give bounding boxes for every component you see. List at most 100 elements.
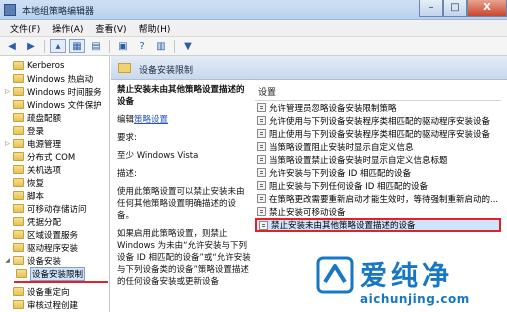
list-item-selected[interactable]: 禁止安装未由其他策略设置描述的设备 (255, 218, 501, 232)
tree-item[interactable]: 登录 (4, 124, 44, 137)
list-item-label: 当策略设置禁止设备安装时显示自定义信息标题 (269, 155, 448, 166)
filter-icon[interactable]: ▼ (180, 39, 196, 53)
tree-item[interactable]: 审核过程创建 (4, 298, 78, 311)
show-hide-tree-icon[interactable]: ▦ (69, 39, 85, 53)
folder-icon (16, 269, 27, 278)
policy-setting-icon (257, 103, 266, 112)
back-arrow-icon[interactable]: ◀ (4, 39, 20, 53)
tree-item-label: 疏盘配额 (27, 113, 62, 124)
minimize-button[interactable]: – (419, 0, 443, 17)
tree-item-label: 电源管理 (27, 139, 62, 150)
tree-item[interactable]: 凭据分配 (4, 215, 61, 228)
folder-icon (13, 100, 24, 109)
tree-item-label: 分布式 COM (27, 152, 76, 163)
menu-view[interactable]: 查看(V) (89, 22, 132, 35)
toolbar-separator (44, 39, 45, 53)
menu-file[interactable]: 文件(F) (4, 22, 46, 35)
list-item[interactable]: 允许使用与下列设备安装程序类相匹配的驱动程序安装设备 (255, 114, 501, 127)
folder-icon (13, 61, 24, 70)
collapse-icon[interactable]: ◢ (4, 257, 11, 264)
tree-item[interactable]: 区域设置服务 (4, 228, 78, 241)
edit-policy-link[interactable]: 策略设置 (134, 115, 168, 125)
expand-icon[interactable]: ▷ (4, 88, 11, 95)
tree-item[interactable]: 分布式 COM (4, 150, 75, 163)
tree-item-selected[interactable]: 设备安装限制 (16, 266, 86, 281)
folder-icon (13, 126, 24, 135)
folder-icon (13, 217, 24, 226)
export-icon[interactable]: ▤ (88, 39, 104, 53)
folder-icon (13, 287, 24, 296)
list-item[interactable]: 阻止安装与下列任何设备 ID 相匹配的设备 (255, 179, 501, 192)
folder-icon (13, 230, 24, 239)
column-header-setting[interactable]: 设置 (255, 86, 501, 101)
maximize-button[interactable]: □ (443, 0, 467, 17)
tree-item[interactable]: 关机选项 (4, 163, 61, 176)
policy-setting-icon (257, 142, 266, 151)
folder-icon (13, 165, 24, 174)
list-item[interactable]: 在策略更改需要重新启动才能生效时，等待强制重新启动的... (255, 192, 501, 205)
list-item-label: 允许管理员忽略设备安装限制策略 (269, 103, 397, 114)
app-icon (4, 4, 16, 16)
folder-icon (13, 300, 24, 309)
tree-item[interactable]: Windows 热启动 (4, 72, 93, 85)
help-icon[interactable]: ? (134, 39, 150, 53)
list-item-label: 禁止安装可移动设备 (269, 207, 346, 218)
watermark-logo-icon (316, 256, 354, 294)
view-icon[interactable]: ▥ (153, 39, 169, 53)
tree-item[interactable]: Windows 文件保护 (4, 98, 102, 111)
policy-setting-icon (257, 168, 266, 177)
properties-icon[interactable]: ▣ (115, 39, 131, 53)
list-item-label: 当策略设置阻止安装时显示自定义信息 (269, 142, 414, 153)
list-item[interactable]: 禁止安装可移动设备 (255, 205, 501, 218)
tree-item-label: 关机选项 (27, 165, 62, 176)
policy-title: 禁止安装未由其他策略设置描述的设备 (117, 85, 245, 107)
list-item[interactable]: 当策略设置阻止安装时显示自定义信息 (255, 140, 501, 153)
folder-icon (13, 113, 24, 122)
folder-icon (13, 243, 24, 252)
description-panel: 禁止安装未由其他策略设置描述的设备 编辑策略设置 要求: 至少 Windows … (114, 80, 254, 312)
menu-help[interactable]: 帮助(H) (133, 22, 177, 35)
list-item-label: 阻止安装与下列任何设备 ID 相匹配的设备 (269, 181, 428, 192)
tree-item[interactable]: Kerberos (4, 59, 64, 72)
tree-item-label: 登录 (27, 126, 45, 137)
tree-item[interactable]: ▷ 电源管理 (4, 137, 61, 150)
tree-item[interactable]: 驱动程序安装 (4, 241, 78, 254)
folder-icon (13, 178, 24, 187)
edit-prefix: 编辑 (117, 115, 135, 125)
forward-arrow-icon[interactable]: ▶ (23, 39, 39, 53)
tree-item[interactable]: 脚本 (4, 189, 44, 202)
list-item-label: 允许安装与下列设备 ID 相匹配的设备 (269, 168, 411, 179)
list-item-label: 在策略更改需要重新启动才能生效时，等待强制重新启动的... (269, 194, 499, 205)
toolbar-separator (174, 39, 175, 53)
tree-item[interactable]: 设备重定向 (4, 285, 70, 298)
tree-item[interactable]: 疏盘配额 (4, 111, 61, 124)
annotation-underline (14, 281, 108, 283)
policy-setting-icon (257, 207, 266, 216)
list-item[interactable]: 允许安装与下列设备 ID 相匹配的设备 (255, 166, 501, 179)
folder-icon (13, 204, 24, 213)
toolbar-separator (109, 39, 110, 53)
requirements-label: 要求: (117, 133, 137, 143)
list-item-label: 禁止安装未由其他策略设置描述的设备 (271, 221, 416, 231)
tree-item[interactable]: 可移动存储访问 (4, 202, 87, 215)
folder-open-icon (13, 256, 24, 265)
menu-action[interactable]: 操作(A) (46, 22, 89, 35)
tree-item-label: Windows 热启动 (27, 74, 94, 85)
expand-icon[interactable]: ▷ (4, 140, 11, 147)
folder-icon (13, 191, 24, 200)
tree-item-label: Kerberos (27, 60, 65, 71)
close-button[interactable]: X (467, 0, 507, 17)
tree-item-label: 设备安装限制 (30, 266, 86, 281)
policy-setting-icon (257, 194, 266, 203)
list-item-label: 允许使用与下列设备安装程序类相匹配的驱动程序安装设备 (269, 116, 491, 127)
tree-item-label: 凭据分配 (27, 217, 62, 228)
tree-item[interactable]: ◢ 设备安装 (4, 254, 61, 267)
up-folder-icon[interactable]: ▴ (50, 39, 66, 53)
list-item[interactable]: 当策略设置禁止设备安装时显示自定义信息标题 (255, 153, 501, 166)
policy-setting-icon (257, 116, 266, 125)
list-item[interactable]: 允许管理员忽略设备安装限制策略 (255, 101, 501, 114)
tree-item[interactable]: ▷ Windows 时间服务 (4, 85, 102, 98)
title-bar: 本地组策略编辑器 – □ X (0, 0, 507, 20)
tree-item[interactable]: 恢复 (4, 176, 44, 189)
list-item[interactable]: 阻止使用与下列设备安装程序类相匹配的驱动程序安装设备 (255, 127, 501, 140)
